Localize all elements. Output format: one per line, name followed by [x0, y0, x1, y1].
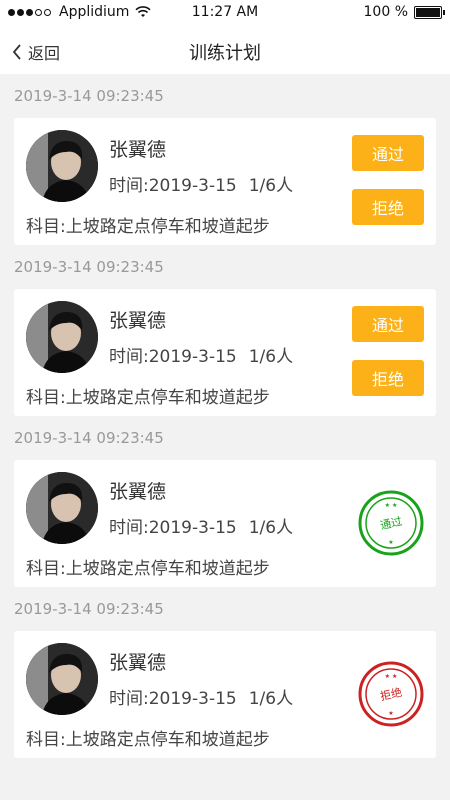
- session-date: 2019-3-15: [148, 347, 237, 367]
- enrollment-count: 1/6人: [248, 347, 294, 367]
- nav-bar: 返回 训练计划: [0, 26, 450, 74]
- subject-text: 科目:上坡路定点停车和坡道起步: [26, 730, 270, 750]
- page-title: 训练计划: [189, 43, 261, 64]
- subject-text: 科目:上坡路定点停车和坡道起步: [26, 388, 270, 408]
- approved-stamp-icon: ★ ★ ★ 通过: [358, 490, 424, 556]
- request-card: 张翼德 时间:2019-3-15 1/6人 科目:上坡路定点停车和坡道起步 ★ ★…: [14, 460, 436, 587]
- rejected-stamp-icon: ★ ★ ★ 拒绝: [358, 661, 424, 727]
- request-card: 张翼德 时间:2019-3-15 1/6人 科目:上坡路定点停车和坡道起步 ★ ★…: [14, 631, 436, 758]
- request-date: 2019-3-14 09:23:45: [14, 429, 164, 447]
- status-bar: Applidium 11:27 AM 100 %: [0, 0, 450, 26]
- svg-text:★ ★: ★ ★: [385, 673, 398, 680]
- session-info: 时间:2019-3-15 1/6人: [109, 684, 293, 709]
- avatar: [26, 301, 98, 373]
- session-date: 2019-3-15: [148, 176, 237, 196]
- session-info: 时间:2019-3-15 1/6人: [109, 171, 293, 196]
- session-date: 2019-3-15: [148, 689, 237, 709]
- reject-button[interactable]: 拒绝: [352, 360, 424, 396]
- battery-icon: [414, 5, 445, 19]
- enrollment-count: 1/6人: [248, 518, 294, 538]
- time-prefix: 时间:: [109, 176, 149, 196]
- time-prefix: 时间:: [109, 518, 149, 538]
- request-card: 张翼德 时间:2019-3-15 1/6人 科目:上坡路定点停车和坡道起步 通过 …: [14, 118, 436, 245]
- avatar: [26, 472, 98, 544]
- stamp-label: 拒绝: [379, 685, 403, 703]
- reject-button[interactable]: 拒绝: [352, 189, 424, 225]
- student-name: 张翼德: [109, 652, 167, 674]
- request-date: 2019-3-14 09:23:45: [14, 600, 164, 618]
- request-date: 2019-3-14 09:23:45: [14, 87, 164, 105]
- subject-text: 科目:上坡路定点停车和坡道起步: [26, 217, 270, 237]
- student-name: 张翼德: [109, 310, 167, 332]
- time-prefix: 时间:: [109, 689, 149, 709]
- approve-button[interactable]: 通过: [352, 306, 424, 342]
- enrollment-count: 1/6人: [248, 689, 294, 709]
- battery-percent: 100 %: [363, 4, 408, 20]
- stamp-label: 通过: [379, 515, 403, 532]
- svg-text:★: ★: [388, 539, 393, 546]
- approve-button[interactable]: 通过: [352, 135, 424, 171]
- avatar: [26, 643, 98, 715]
- session-info: 时间:2019-3-15 1/6人: [109, 513, 293, 538]
- session-info: 时间:2019-3-15 1/6人: [109, 342, 293, 367]
- request-card: 张翼德 时间:2019-3-15 1/6人 科目:上坡路定点停车和坡道起步 通过 …: [14, 289, 436, 416]
- student-name: 张翼德: [109, 139, 167, 161]
- status-right: 100 %: [363, 4, 445, 20]
- enrollment-count: 1/6人: [248, 176, 294, 196]
- svg-text:★: ★: [388, 710, 393, 717]
- request-date: 2019-3-14 09:23:45: [14, 258, 164, 276]
- training-request-list: 2019-3-14 09:23:45 张翼德 时间:2019-3-15 1/6人 …: [0, 74, 450, 758]
- svg-text:★ ★: ★ ★: [385, 502, 398, 509]
- subject-text: 科目:上坡路定点停车和坡道起步: [26, 559, 270, 579]
- session-date: 2019-3-15: [148, 518, 237, 538]
- time-prefix: 时间:: [109, 347, 149, 367]
- avatar: [26, 130, 98, 202]
- student-name: 张翼德: [109, 481, 167, 503]
